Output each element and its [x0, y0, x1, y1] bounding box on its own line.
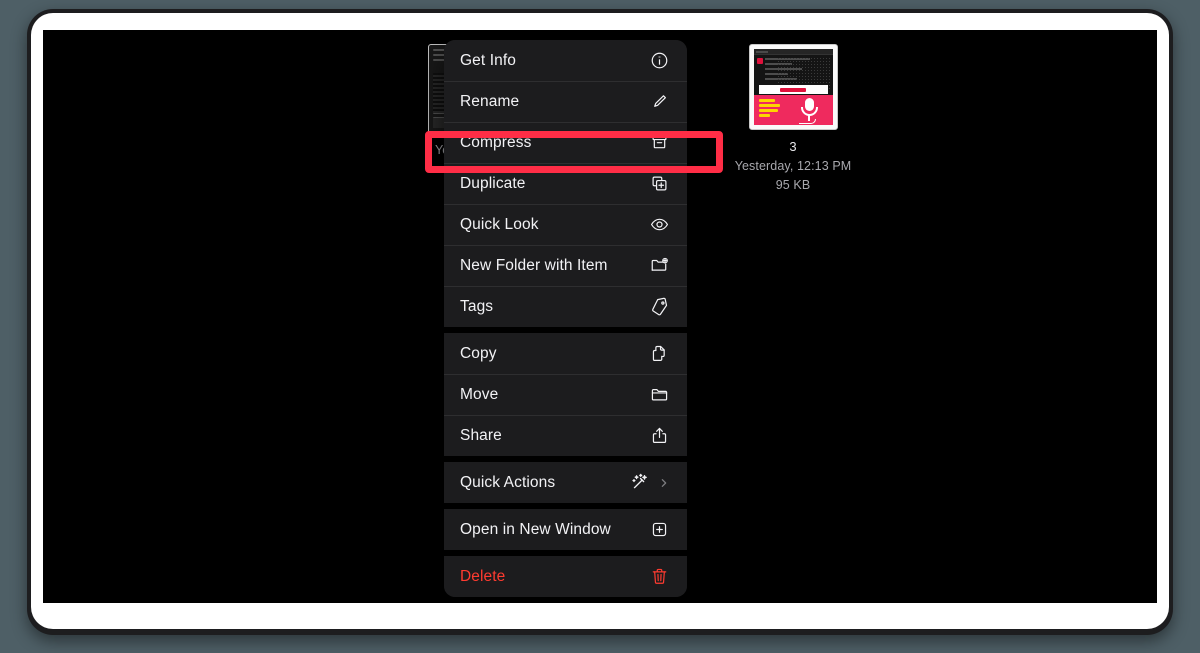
menu-item-label: Tags — [460, 297, 494, 315]
pencil-icon — [648, 91, 670, 113]
info-circle-icon — [648, 50, 670, 72]
menu-item-quick-actions[interactable]: Quick Actions — [444, 462, 687, 503]
magic-wand-icon — [628, 472, 650, 494]
archive-box-icon — [648, 132, 670, 154]
duplicate-icon — [648, 173, 670, 195]
menu-item-move[interactable]: Move — [444, 374, 687, 415]
menu-group: Copy Move Share — [444, 327, 687, 456]
menu-item-label: Copy — [460, 344, 497, 362]
menu-item-label: Delete — [460, 567, 506, 585]
menu-item-rename[interactable]: Rename — [444, 81, 687, 122]
menu-item-duplicate[interactable]: Duplicate — [444, 163, 687, 204]
trash-icon — [648, 566, 670, 588]
share-icon — [648, 425, 670, 447]
menu-item-label: New Folder with Item — [460, 256, 608, 274]
file-item[interactable]: 3 Yesterday, 12:13 PM 95 KB — [723, 44, 863, 195]
email-newsletter-thumbnail — [753, 49, 833, 125]
microphone-illustration — [798, 98, 821, 124]
tag-icon — [648, 296, 670, 318]
plus-square-icon — [648, 519, 670, 541]
copy-icon — [648, 343, 670, 365]
menu-item-delete[interactable]: Delete — [444, 556, 687, 597]
context-menu[interactable]: Get Info Rename Compress Duplicate Quick… — [444, 40, 687, 597]
screen-content: Yesterday — [43, 30, 1157, 603]
menu-item-label: Move — [460, 385, 499, 403]
menu-item-label: Quick Look — [460, 215, 539, 233]
file-name-label: 3 — [789, 139, 797, 154]
menu-item-open-in-new-window[interactable]: Open in New Window — [444, 509, 687, 550]
eye-icon — [648, 214, 670, 236]
menu-item-label: Compress — [460, 133, 532, 151]
menu-item-label: Get Info — [460, 51, 516, 69]
menu-item-tags[interactable]: Tags — [444, 286, 687, 327]
folder-icon — [648, 384, 670, 406]
menu-item-new-folder-with-item[interactable]: New Folder with Item — [444, 245, 687, 286]
menu-item-label: Quick Actions — [460, 473, 556, 491]
menu-group: Open in New Window — [444, 503, 687, 550]
menu-item-get-info[interactable]: Get Info — [444, 40, 687, 81]
file-date-label: Yesterday, 12:13 PM — [734, 159, 852, 173]
menu-item-label: Open in New Window — [460, 520, 611, 538]
file-thumbnail[interactable] — [748, 44, 838, 130]
folder-plus-icon — [648, 255, 670, 277]
menu-item-label: Share — [460, 426, 502, 444]
menu-item-copy[interactable]: Copy — [444, 333, 687, 374]
chevron-right-icon — [658, 478, 670, 488]
menu-item-share[interactable]: Share — [444, 415, 687, 456]
menu-item-label: Rename — [460, 92, 520, 110]
menu-group: Quick Actions — [444, 456, 687, 503]
menu-group: Delete — [444, 550, 687, 597]
file-size-label: 95 KB — [775, 178, 811, 192]
menu-item-compress[interactable]: Compress — [444, 122, 687, 163]
menu-group: Get Info Rename Compress Duplicate Quick… — [444, 40, 687, 327]
menu-item-quick-look[interactable]: Quick Look — [444, 204, 687, 245]
menu-item-label: Duplicate — [460, 174, 526, 192]
